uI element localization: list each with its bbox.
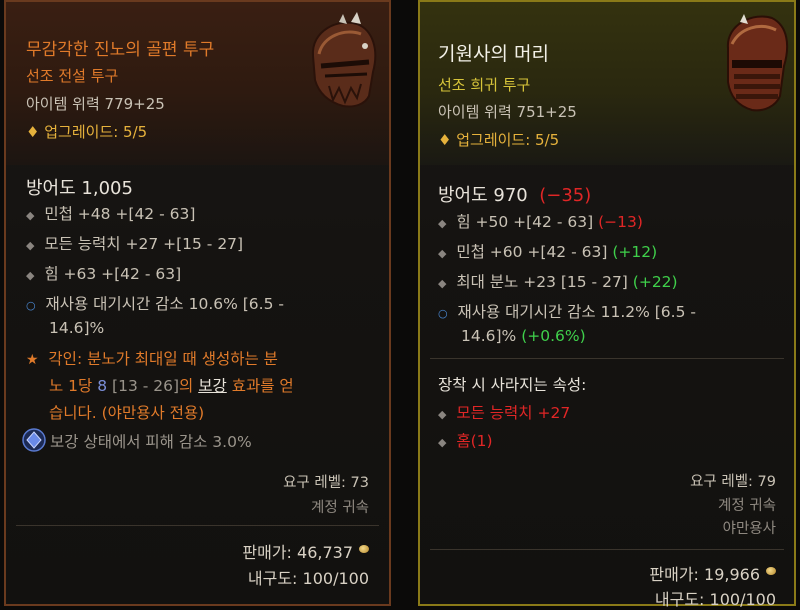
gem-effect: 보강 상태에서 피해 감소 3.0% bbox=[50, 433, 252, 451]
sell-price: 판매가: 19,966 bbox=[649, 565, 760, 584]
affix-bullet-icon: ◆ bbox=[438, 247, 447, 260]
sell-price: 판매가: 46,737 bbox=[242, 543, 353, 562]
item-name: 기원사의 머리 bbox=[438, 43, 549, 65]
durability: 내구도: 100/100 bbox=[654, 590, 776, 609]
required-level: 요구 레벨: 79 bbox=[690, 474, 776, 490]
affix-row: ◆ 힘 +50 +[42 - 63] (−13) bbox=[438, 213, 643, 231]
affix-row: ◆ 최대 분노 +23 [15 - 27] (+22) bbox=[438, 273, 678, 291]
affix-row-cooldown-cont: 14.6]% (+0.6%) bbox=[461, 327, 586, 345]
armor-diff: (−35) bbox=[539, 185, 592, 206]
gold-coin-icon bbox=[766, 567, 776, 575]
armor-value: 방어도 1,005 bbox=[26, 178, 133, 199]
required-level: 요구 레벨: 73 bbox=[283, 475, 369, 491]
footer-divider bbox=[430, 549, 784, 550]
aspect-line-1: ★ 각인: 분노가 최대일 때 생성하는 분 bbox=[26, 350, 278, 368]
item-name: 무감각한 진노의 골편 투구 bbox=[26, 40, 215, 60]
affix-bullet-icon: ◆ bbox=[438, 217, 447, 230]
upgrade-status: ♦ 업그레이드: 5/5 bbox=[26, 123, 148, 141]
item-power: 아이템 위력 779+25 bbox=[26, 95, 165, 113]
affix-row: ◆ 모든 능력치 +27 +[15 - 27] bbox=[26, 235, 244, 253]
upgrade-status: ♦ 업그레이드: 5/5 bbox=[438, 131, 560, 149]
aspect-line-3: 습니다. (야만용사 전용) bbox=[49, 404, 205, 422]
account-bound: 계정 귀속 bbox=[718, 498, 776, 514]
affix-row-cooldown: ○ 재사용 대기시간 감소 10.6% [6.5 - bbox=[26, 295, 284, 313]
item-tooltip-equipped: 무감각한 진노의 골편 투구 선조 전설 투구 아이템 위력 779+25 ♦ … bbox=[4, 0, 391, 606]
affix-row-cooldown-cont: 14.6]% bbox=[49, 319, 105, 337]
section-divider bbox=[430, 358, 784, 359]
bone-helm-icon bbox=[311, 12, 377, 108]
affix-bullet-icon: ◆ bbox=[438, 408, 447, 421]
item-power: 아이템 위력 751+25 bbox=[438, 103, 577, 121]
affix-row: ◆ 민첩 +60 +[42 - 63] (+12) bbox=[438, 243, 658, 261]
keyword-reinforce: 보강 bbox=[198, 377, 227, 395]
affix-bullet-icon: ◆ bbox=[438, 436, 447, 449]
affix-bullet-icon: ◆ bbox=[26, 239, 35, 252]
star-icon: ★ bbox=[26, 352, 39, 368]
lost-affix-item: ◆ 모든 능력치 +27 bbox=[438, 404, 571, 422]
lost-affix-item: ◆ 홈(1) bbox=[438, 432, 493, 450]
class-requirement: 야만용사 bbox=[722, 521, 776, 537]
affix-bullet-icon: ◆ bbox=[438, 277, 447, 290]
footer-divider bbox=[16, 525, 379, 526]
diamond-icon: ♦ bbox=[438, 131, 457, 149]
affix-bullet-icon: ◆ bbox=[26, 209, 35, 222]
affix-bullet-icon: ◆ bbox=[26, 269, 35, 282]
affix-row: ◆ 민첩 +48 +[42 - 63] bbox=[26, 205, 196, 223]
affix-row: ◆ 힘 +63 +[42 - 63] bbox=[26, 265, 182, 283]
gem-socket-icon bbox=[22, 428, 46, 452]
head-helm-icon bbox=[726, 14, 789, 112]
diamond-icon: ♦ bbox=[26, 123, 45, 141]
durability: 내구도: 100/100 bbox=[247, 569, 369, 588]
armor-value: 방어도 970 (−35) bbox=[438, 185, 592, 206]
item-tooltip-compare: 기원사의 머리 선조 희귀 투구 아이템 위력 751+25 ♦ 업그레이드: … bbox=[418, 0, 796, 609]
cooldown-bullet-icon: ○ bbox=[438, 307, 448, 320]
item-type: 선조 전설 투구 bbox=[26, 67, 119, 85]
lost-affixes-header: 장착 시 사라지는 속성: bbox=[438, 376, 587, 394]
tooltip-gap bbox=[394, 0, 414, 610]
cooldown-bullet-icon: ○ bbox=[26, 299, 36, 312]
aspect-line-2: 노 1당 8 [13 - 26]의 보강 효과를 얻 bbox=[49, 377, 294, 395]
item-type: 선조 희귀 투구 bbox=[438, 76, 531, 94]
account-bound: 계정 귀속 bbox=[311, 500, 369, 516]
affix-row-cooldown: ○ 재사용 대기시간 감소 11.2% [6.5 - bbox=[438, 303, 696, 321]
gold-coin-icon bbox=[359, 545, 369, 553]
